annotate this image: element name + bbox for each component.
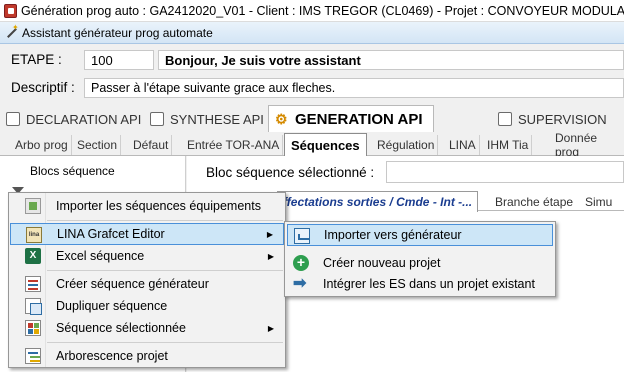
tab-generation-api[interactable]: ⚙ GENERATION API [268,105,434,132]
window-title: Génération prog auto : GA2412020_V01 - C… [20,3,624,18]
tree-icon [25,348,41,364]
table-icon [498,112,512,126]
plus-circle-icon: + [293,255,309,271]
bloc-selected-label: Bloc séquence sélectionné : [206,165,375,180]
assistant-message-field: Bonjour, Je suis votre assistant [158,50,624,70]
subtab-arbo-prog[interactable]: Arbo prog [12,135,72,155]
subtab-entree-tor-ana[interactable]: Entrée TOR-ANA [184,135,284,155]
tab-declaration-api[interactable]: DECLARATION API [6,107,141,131]
etape-number-field[interactable]: 100 [84,50,154,70]
main-tabs: DECLARATION API SYNTHESE API ⚙ GENERATIO… [0,105,624,132]
descriptif-label: Descriptif : [11,80,75,95]
subtab-regulation[interactable]: Régulation [374,135,439,155]
subtab-defaut[interactable]: Défaut [130,135,173,155]
create-sequence-icon [25,276,41,292]
inner-tab-simu[interactable]: Simu [580,192,617,211]
etape-label: ETAPE : [11,52,62,67]
duplicate-icon [25,298,42,315]
import-sequences-icon [25,198,41,214]
context-menu: Importer les séquences équipements lina … [8,192,286,368]
subtab-lina[interactable]: LINA [446,135,480,155]
import-to-generator-icon [294,228,310,244]
menu-item-excel-sequence[interactable]: X Excel séquence ▶ [10,245,284,267]
arrow-right-icon: ➡ [293,275,307,292]
submenu-arrow-icon: ▶ [267,323,274,333]
menu-separator [47,220,283,221]
app-icon [4,3,17,18]
submenu-item-import-to-generator[interactable]: Importer vers générateur [287,224,553,246]
bloc-selected-field[interactable] [386,161,624,183]
title-bar: Génération prog auto : GA2412020_V01 - C… [0,0,624,22]
excel-icon: X [25,248,41,264]
subtab-ihm-tia[interactable]: IHM Tia [484,135,533,155]
menu-item-lina-grafcet-editor[interactable]: lina LINA Grafcet Editor ▶ [10,223,284,245]
tab-synthese-api[interactable]: SYNTHESE API [150,107,264,131]
api-list-icon [6,112,20,126]
menu-item-project-tree[interactable]: Arborescence projet [10,345,284,367]
assistant-label: Assistant générateur prog automate [22,25,213,40]
tab-supervision[interactable]: SUPERVISION [498,107,607,131]
subtab-section[interactable]: Section [74,135,122,155]
menu-item-import-sequences[interactable]: Importer les séquences équipements [10,195,284,217]
submenu-item-create-project[interactable]: + Créer nouveau projet [287,252,553,274]
sequence-grid-icon [25,320,41,336]
sub-tabs: Arbo prog Section Défaut Entrée TOR-ANA … [0,131,624,159]
menu-separator [47,270,283,271]
menu-item-duplicate-sequence[interactable]: Dupliquer séquence [10,295,284,317]
lina-submenu: Importer vers générateur + Créer nouveau… [284,221,556,297]
inner-tab-branche-etape[interactable]: Branche étape [490,192,578,211]
magic-wand-icon [4,23,19,40]
menu-separator [47,342,283,343]
submenu-item-integrate-es[interactable]: ➡ Intégrer les ES dans un projet existan… [287,273,553,295]
inner-tab-affectations-sorties[interactable]: ffectations sorties / Cmde - Int -... [277,191,479,212]
submenu-arrow-icon: ▶ [267,251,274,261]
lina-icon: lina [26,227,42,243]
subtab-sequences[interactable]: Séquences [284,133,367,156]
blocs-sequence-header: Blocs séquence [30,164,115,178]
menu-item-selected-sequence[interactable]: Séquence sélectionnée ▶ [10,317,284,339]
subtab-donnee-prog[interactable]: Donnée prog [552,131,624,159]
descriptif-field: Passer à l'étape suivante grace aux flec… [84,78,624,98]
gear-icon: ⚙ [275,111,288,127]
assistant-header: Assistant générateur prog automate [0,22,624,44]
submenu-arrow-icon: ▶ [266,229,273,239]
menu-item-create-sequence[interactable]: Créer séquence générateur [10,273,284,295]
table-icon [150,112,164,126]
